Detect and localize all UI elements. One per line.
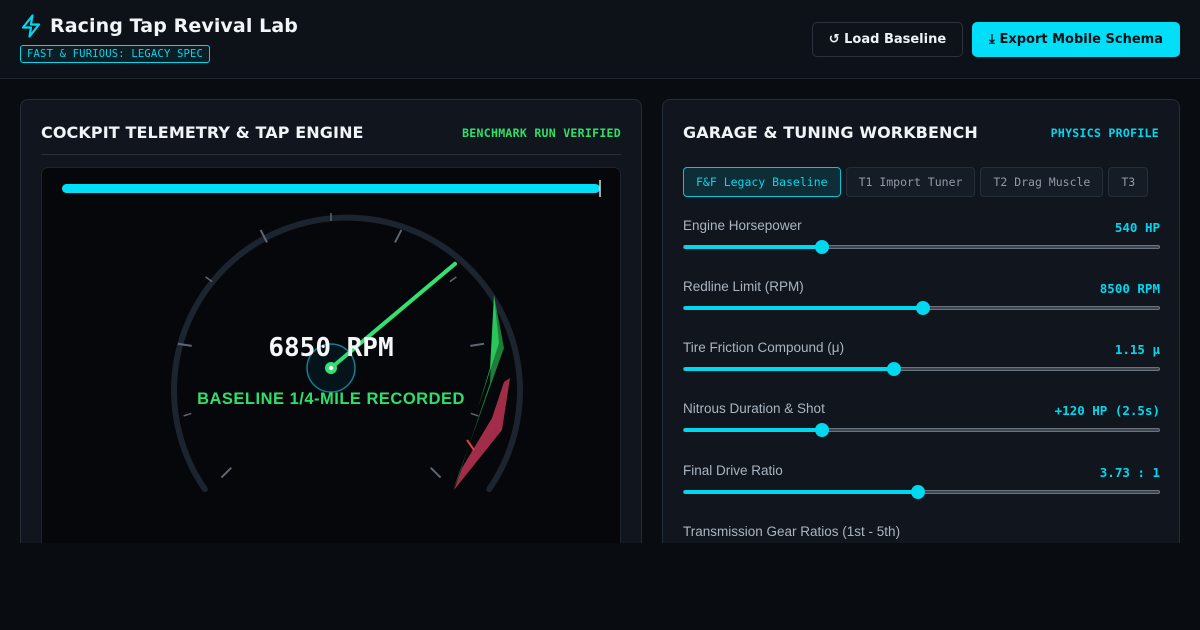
panel-divider [41, 154, 621, 155]
spec-badge: FAST & FURIOUS: LEGACY SPEC [20, 45, 211, 63]
gear-ratios-label: Transmission Gear Ratios (1st - 5th) [683, 524, 901, 539]
rpm-gauge: 6850 RPM BASELINE 1/4-MILE RECORDED [62, 180, 601, 493]
tab-t1-import-tuner[interactable]: T1 Import Tuner [845, 167, 976, 197]
rpm-readout: 6850 RPM [268, 333, 393, 363]
rpm-tick [394, 229, 403, 243]
workbench-panel: GARAGE & TUNING WORKBENCH PHYSICS PROFIL… [662, 99, 1180, 559]
param-label: Nitrous Duration & Shot [683, 401, 825, 416]
header-actions: ↺ Load Baseline ⤓ Export Mobile Schema [811, 22, 1180, 57]
telemetry-panel-title: COCKPIT TELEMETRY & TAP ENGINE [41, 123, 364, 142]
slider-thumb[interactable] [815, 423, 829, 437]
slider-thumb[interactable] [815, 240, 829, 254]
slider-thumb[interactable] [916, 301, 930, 315]
viewport-cutoff [0, 543, 1200, 630]
param-label: Engine Horsepower [683, 218, 802, 233]
profile-tabs: F&F Legacy Baseline T1 Import Tuner T2 Dra… [683, 167, 1160, 199]
lightning-bolt-icon [20, 14, 42, 38]
run-progress-fill [62, 184, 600, 193]
shift-marker [466, 439, 475, 451]
nitrous-slider[interactable] [683, 423, 1160, 437]
rpm-tick [429, 466, 442, 479]
rpm-tick [470, 412, 479, 417]
rpm-tick [449, 276, 457, 283]
benchmark-status-label: BENCHMARK RUN VERIFIED [462, 126, 621, 140]
rpm-tick [183, 412, 192, 417]
param-value: 1.15 μ [1114, 342, 1160, 357]
telemetry-panel: COCKPIT TELEMETRY & TAP ENGINE BENCHMARK… [20, 99, 642, 559]
horsepower-slider[interactable] [683, 240, 1160, 254]
app-title: Racing Tap Revival Lab [50, 15, 298, 37]
workbench-panel-title: GARAGE & TUNING WORKBENCH [683, 123, 978, 142]
param-value: +120 HP (2.5s) [1054, 403, 1160, 418]
tire-friction-slider[interactable] [683, 362, 1160, 376]
load-baseline-button[interactable]: ↺ Load Baseline [811, 22, 964, 57]
param-value: 540 HP [1114, 220, 1160, 235]
slider-thumb[interactable] [911, 485, 925, 499]
physics-profile-label: PHYSICS PROFILE [1050, 126, 1159, 140]
app-header: Racing Tap Revival Lab FAST & FURIOUS: L… [0, 0, 1200, 79]
final-drive-slider[interactable] [683, 485, 1160, 499]
param-label: Redline Limit (RPM) [683, 279, 804, 294]
slider-thumb[interactable] [887, 362, 901, 376]
export-mobile-schema-button[interactable]: ⤓ Export Mobile Schema [972, 22, 1180, 57]
param-label: Final Drive Ratio [683, 463, 783, 478]
rpm-tick [220, 466, 233, 479]
param-label: Tire Friction Compound (μ) [683, 340, 845, 355]
redline-slider[interactable] [683, 301, 1160, 315]
tab-t2-drag-muscle[interactable]: T2 Drag Muscle [980, 167, 1104, 197]
tab-ff-legacy-baseline[interactable]: F&F Legacy Baseline [683, 167, 841, 197]
baseline-recorded-message: BASELINE 1/4-MILE RECORDED [197, 390, 465, 408]
tab-t3[interactable]: T3 [1108, 167, 1149, 197]
rpm-tick [470, 342, 485, 347]
param-value: 8500 RPM [1099, 281, 1160, 296]
tap-engine-viewport[interactable]: 6850 RPM BASELINE 1/4-MILE RECORDED [41, 167, 621, 558]
brand: Racing Tap Revival Lab FAST & FURIOUS: L… [20, 14, 298, 63]
param-value: 3.73 : 1 [1099, 465, 1160, 480]
